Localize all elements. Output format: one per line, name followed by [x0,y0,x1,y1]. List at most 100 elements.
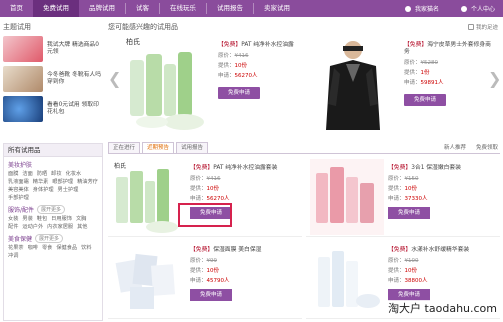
free-apply-button[interactable]: 免费申请 [404,94,446,106]
product-price: 原价：¥416 [190,176,221,182]
category-title: 所有试用品 [4,144,102,157]
category-tag[interactable]: 其他 [77,224,87,231]
product-applicants: 申请：59891人 [404,80,444,86]
promo-text: 今冬爸靴 冬靴有人吗穿到你 [47,71,102,85]
category-panel: 所有试用品 美妆护肤 面膜 洁面 防晒 卸妆 化妆水 乳液面霜 精华素 眼部护理… [3,143,103,321]
carousel-prev-button[interactable]: ❮ [108,69,121,88]
tab-ongoing[interactable]: 正在进行 [108,142,141,153]
expand-more-button[interactable]: 展开更多 [37,205,66,214]
carousel-card: 柏氏 【免费】PAT 纯净补水控油露 原价：¥416 提供：10份 申请：562… [122,34,308,132]
free-apply-button[interactable]: 免费申请 [388,207,430,219]
product-price: 原价：¥416 [218,53,249,59]
category-tag[interactable]: 男装 [22,216,32,223]
category-group: 服饰/配件 展开更多 女装 男装 鞋包 日用服饰 文胸 配件 运动户外 内衣家居服… [4,202,102,231]
product-image[interactable] [310,241,384,317]
product-title[interactable]: 【免费】海宁皮草男士外套修身商务 [404,42,494,56]
svg-text:柏氏: 柏氏 [126,37,140,46]
recommendation-header: 您可能感兴趣的试用品 我的足迹 [108,22,500,32]
product-title[interactable]: 【免费】PAT 纯净补水控油露 [218,42,308,49]
theme-trial-panel: 主题试用 我试大牌 精选商品0元领 今冬爸靴 冬靴有人吗穿到你 看看0元试用 领… [3,22,103,125]
category-tag[interactable]: 文胸 [76,216,86,223]
category-tag[interactable]: 身体护理 [33,187,54,194]
product-count: 提供：10份 [388,186,418,192]
category-tag[interactable]: 眼部护理 [52,179,73,186]
tab-filters: 新人推荐 免费领取 [444,143,498,151]
highlight-box [178,203,232,227]
product-applicants: 申请：56270人 [218,73,258,79]
top-nav: 首页 免费试用 品牌试用 试客 在线玩乐 试用报告 卖家试用 我家猫名 个人中心 [0,0,503,17]
category-tag[interactable]: 鞋包 [37,216,47,223]
product-card: 【免费】3合1 保湿嫩白套装 原价：¥150 提供：10份 申请：37330人 … [306,157,500,237]
product-title[interactable]: 【免费】3合1 保湿嫩白套装 [388,165,498,172]
filter-free-claim[interactable]: 免费领取 [476,143,498,151]
promo-text: 看看0元试用 领取印花礼包 [47,101,99,115]
category-tag[interactable]: 男士护理 [58,187,79,194]
product-title[interactable]: 【免费】水漾补水舒缓精华套装 [388,247,498,254]
category-tag[interactable]: 配件 [8,224,18,231]
product-image[interactable] [308,34,398,132]
category-tag[interactable]: 美容美体 [8,187,29,194]
nav-home[interactable]: 首页 [0,0,33,17]
free-apply-button[interactable]: 免费申请 [190,289,232,301]
product-title[interactable]: 【免费】保湿面膜 美白保湿 [190,247,300,254]
nav-seller-trial[interactable]: 卖家试用 [254,0,300,17]
product-card: 【免费】保湿面膜 美白保湿 原价：¥99 提供：10份 申请：45790人 免费… [108,239,302,319]
category-group-title[interactable]: 美妆护肤 [8,160,98,169]
free-apply-button[interactable]: 免费申请 [218,87,260,99]
category-group-title[interactable]: 美食保健 展开更多 [8,234,98,243]
watermark: 淘大户 taodahu.com [386,300,499,316]
category-tag[interactable]: 日用服饰 [51,216,72,223]
product-grid: 柏氏 【免费】PAT 纯净补水控油露套装 原价：¥416 提供：10份 申请：5… [108,157,500,322]
nav-trial-report[interactable]: 试用报告 [207,0,253,17]
carousel-next-button[interactable]: ❯ [488,69,501,88]
category-group-title[interactable]: 服饰/配件 展开更多 [8,205,98,214]
category-tag[interactable]: 花果茶 [8,245,24,252]
category-tag[interactable]: 咖啡 [28,245,38,252]
category-tag[interactable]: 乳液面霜 [8,179,29,186]
product-image[interactable] [112,241,186,317]
nav-online-play[interactable]: 在线玩乐 [160,0,206,17]
tab-reports[interactable]: 试用报告 [176,142,209,153]
category-tag[interactable]: 女装 [8,216,18,223]
category-tag[interactable]: 保健食品 [56,245,77,252]
profile-icon [460,5,467,12]
product-count: 提供：1份 [404,70,430,76]
nav-brand-trial[interactable]: 品牌试用 [79,0,125,17]
category-tag[interactable]: 精油芳疗 [77,179,98,186]
category-tag[interactable]: 防晒 [37,171,47,178]
promo-text: 我试大牌 精选商品0元领 [47,41,99,55]
category-tag[interactable]: 内衣家居服 [47,224,73,231]
promo-item[interactable]: 我试大牌 精选商品0元领 [3,35,103,62]
personal-center-link[interactable]: 个人中心 [471,4,495,13]
category-tags: 女装 男装 鞋包 日用服饰 文胸 配件 运动户外 内衣家居服 其他 [8,216,98,231]
category-tags: 花果茶 咖啡 零食 保健食品 饮料 冲调 [8,245,98,260]
category-tag[interactable]: 洁面 [22,171,32,178]
recommend-carousel: ❮ 柏氏 【免费】PAT 纯净补水控油露 原价：¥416 提供：10份 申请：5… [108,34,501,134]
username-link[interactable]: 我家猫名 [415,4,439,13]
product-title[interactable]: 【免费】PAT 纯净补水控油露套装 [190,165,300,172]
category-tag[interactable]: 手部护理 [8,195,29,202]
nav-trier[interactable]: 试客 [126,0,159,17]
category-tag[interactable]: 饮料 [81,245,91,252]
product-image[interactable]: 柏氏 [122,34,212,132]
filter-newcomer[interactable]: 新人推荐 [444,143,466,151]
product-image[interactable]: 柏氏 [112,159,186,235]
category-group: 美食保健 展开更多 花果茶 咖啡 零食 保健食品 饮料 冲调 [4,231,102,260]
category-tag[interactable]: 化妆水 [66,171,82,178]
category-tag[interactable]: 面膜 [8,171,18,178]
promo-image [3,95,43,122]
category-tag[interactable]: 零食 [42,245,52,252]
product-count: 提供：10份 [190,186,220,192]
promo-item[interactable]: 今冬爸靴 冬靴有人吗穿到你 [3,65,103,92]
tab-upcoming[interactable]: 近期预告 [142,142,175,153]
expand-more-button[interactable]: 展开更多 [35,234,64,243]
category-tag[interactable]: 冲调 [8,253,18,260]
category-tag[interactable]: 精华素 [33,179,49,186]
product-image[interactable] [310,159,384,235]
category-tag[interactable]: 卸妆 [51,171,61,178]
product-count: 提供：10份 [190,268,220,274]
history-link[interactable]: 我的足迹 [467,23,498,31]
promo-item[interactable]: 看看0元试用 领取印花礼包 [3,95,103,122]
category-tag[interactable]: 运动户外 [22,224,43,231]
nav-free-trial[interactable]: 免费试用 [33,0,79,17]
